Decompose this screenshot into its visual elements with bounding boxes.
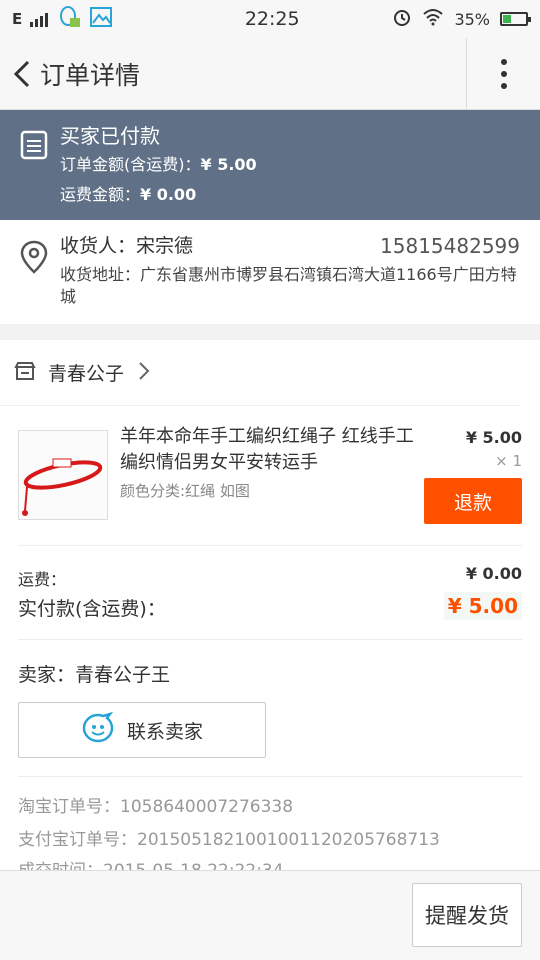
product-variant: 颜色分类:红绳 如图 [120,482,250,500]
alarm-icon [392,7,412,31]
clock: 22:25 [244,8,300,30]
remind-ship-button[interactable]: 提醒发货 [412,883,522,947]
signal-icon [30,11,49,27]
order-total-value: ¥ 5.00 [200,155,257,174]
more-menu-button[interactable] [466,38,540,110]
shop-name: 青春公子 [48,363,125,385]
network-type: E [12,10,23,28]
status-bar: E 22:25 35% [0,0,540,38]
recipient-row: 收货人：宋宗德 15815482599 [60,232,520,260]
more-dot-icon [500,83,507,89]
order-numbers: 淘宝订单号：1058640007276338 支付宝订单号：2015051821… [18,777,522,871]
more-dot-icon [500,71,507,77]
order-item[interactable]: 羊年本命年手工编织红绳子 红线手工编织情侣男女平安转运手 颜色分类:红绳 如图 … [18,406,522,546]
back-button[interactable] [4,38,40,110]
battery-percent: 35% [454,9,490,29]
amount-paid-value: ¥ 5.00 [443,592,522,620]
back-arrow-icon [13,60,30,87]
product-thumbnail[interactable] [18,430,108,520]
alipay-order-number[interactable]: 支付宝订单号：2015051821001001120205768713 [18,824,522,857]
status-right: 35% [392,7,531,31]
shipping-total-line: 运费金额：¥ 0.00 [60,180,540,210]
order-status-banner: 买家已付款 订单金额(含运费)：¥ 5.00 运费金额：¥ 0.00 [0,110,540,220]
more-dot-icon [500,59,507,65]
cost-summary: 运费： ¥ 0.00 实付款(含运费)： ¥ 5.00 [18,546,522,640]
shipping-fee-label: 运费： [18,570,67,589]
shipping-address: 收货人：宋宗德 15815482599 收货地址：广东省惠州市博罗县石湾镇石湾大… [0,220,540,324]
contact-seller-label: 联系卖家 [126,720,203,743]
order-total-line: 订单金额(含运费)：¥ 5.00 [60,150,540,180]
bottom-action-bar: 提醒发货 [0,870,540,960]
amount-paid-label: 实付款(含运费)： [18,598,166,620]
product-title[interactable]: 羊年本命年手工编织红绳子 红线手工编织情侣男女平安转运手 [120,424,420,476]
order-status: 买家已付款 [60,124,160,148]
order-created-time: 成交时间：2015-05-18 22:22:34 [18,861,284,871]
nav-bar: 订单详情 [0,38,540,110]
order-card: 青春公子 羊年本命年手工编织红绳子 红线手工编织情侣男女平安转运手 颜色分类:红… [0,340,540,871]
red-bracelet-image [22,458,103,516]
location-pin-icon [20,240,48,278]
wifi-icon [422,8,444,30]
chevron-right-icon [138,361,150,385]
seller-name: 卖家：青春公子王 [18,664,171,686]
product-price: ¥ 5.00 [465,428,522,447]
recipient-name: 收货人：宋宗德 [60,235,194,257]
chat-bubble-icon [81,711,115,749]
address-text: 收货地址：广东省惠州市博罗县石湾镇石湾大道1166号广田方特城 [60,265,517,306]
battery-icon [500,12,531,26]
shop-row[interactable]: 青春公子 [0,340,520,406]
gallery-icon [90,6,113,32]
shop-icon [14,361,36,385]
shipping-total-value: ¥ 0.00 [140,185,197,204]
page-title: 订单详情 [40,60,141,90]
taobao-order-number[interactable]: 淘宝订单号：1058640007276338 [18,791,522,824]
shipping-total-label: 运费金额： [60,185,141,204]
recipient-phone: 15815482599 [380,234,520,258]
contact-seller-button[interactable]: 联系卖家 [18,702,266,758]
refund-button[interactable]: 退款 [424,478,522,524]
order-total-label: 订单金额(含运费)： [60,155,201,174]
qq-icon [56,4,82,35]
order-receipt-icon [20,130,48,164]
product-quantity: × 1 [495,452,522,470]
shipping-fee-value: ¥ 0.00 [465,564,522,583]
